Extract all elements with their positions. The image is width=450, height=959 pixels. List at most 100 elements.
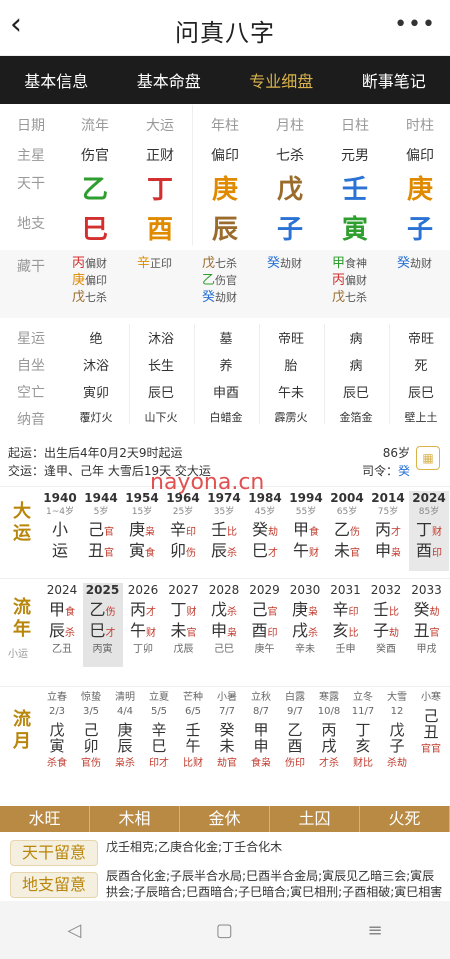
tab-pro-detail[interactable]: 专业细盘: [225, 68, 338, 92]
xingyun-cell: 帝旺: [407, 332, 434, 347]
liunian-xiaoyun: 丙寅: [92, 644, 113, 655]
canggan-item: 庚偏印: [72, 273, 107, 289]
more-dots-icon[interactable]: •••: [394, 12, 436, 37]
liunian-gan-shishen: 伤: [105, 607, 116, 618]
liunian-gan: 甲食: [42, 602, 82, 620]
pillar-star: 正财: [146, 148, 174, 164]
liuyue-zhi: 午: [185, 737, 201, 755]
wuxing-bar: 水旺 木相 金休 土囚 火死: [0, 806, 450, 832]
back-triangle-icon[interactable]: ◁: [67, 920, 81, 941]
liunian-column[interactable]: 2029 己官 酉印 庚午: [245, 583, 285, 667]
liunian-column[interactable]: 2024 甲食 辰杀 乙丑: [42, 583, 82, 667]
liuyue-date: 12: [390, 706, 404, 717]
liuyue-jieqi: 寒露: [319, 692, 339, 703]
liuyue-column[interactable]: 立夏 5/5 辛巳印才: [142, 691, 176, 787]
liunian-zhi-char: 丑: [413, 621, 430, 640]
xingyun-cell: 养: [219, 359, 233, 374]
liuyue-jieqi: 小暑: [217, 692, 237, 703]
liunian-column[interactable]: 2027 丁财 未官 戊辰: [164, 583, 204, 667]
wuxing-item: 土囚: [270, 806, 360, 832]
qiyun-label: 起运：: [8, 446, 45, 460]
liuyue-date: 7/7: [218, 706, 236, 717]
liunian-column[interactable]: 2025 乙伤 巳才 丙寅: [82, 583, 123, 667]
pillar-zhi: 辰: [211, 215, 238, 245]
liunian-year: 2025: [85, 583, 120, 597]
dayun-age: 25岁: [172, 507, 194, 517]
tab-basic-info[interactable]: 基本信息: [0, 68, 113, 92]
liunian-gan-char: 己: [251, 600, 268, 619]
canggan-item: 癸劫财: [397, 256, 432, 272]
dayun-column[interactable]: 1940 1~4岁小运: [40, 491, 80, 571]
dayun-column[interactable]: 2024 85岁 丁财 酉印: [409, 491, 449, 571]
liuyue-column[interactable]: 大雪 12 戊子杀劫: [380, 691, 414, 787]
liuyue-column[interactable]: 小暑 7/7 癸未劫官: [210, 691, 244, 787]
dayun-column[interactable]: 1954 15岁 庚枭 寅食: [122, 491, 162, 571]
xingyun-label: 星运: [17, 331, 45, 347]
dayun-column[interactable]: 1994 55岁 甲食 午财: [286, 491, 326, 571]
liunian-zhi-shishen: 才: [105, 628, 116, 639]
liuyue-column[interactable]: 小寒己丑官官: [414, 691, 448, 787]
liuyue-zhi: 辰: [117, 737, 133, 755]
dayun-column[interactable]: 1984 45岁 癸劫 巳才: [245, 491, 285, 571]
dayun-column[interactable]: 2004 65岁 乙伤 未官: [327, 491, 367, 571]
dayun-gan-char: 辛: [169, 520, 186, 539]
xingyun-cell: 申酉: [212, 386, 239, 401]
dayun-column[interactable]: 2014 75岁 丙才 申枭: [368, 491, 408, 571]
canggan-item: 癸劫财: [267, 256, 302, 272]
liunian-column[interactable]: 2030 庚枭 戌杀 辛未: [285, 583, 325, 667]
liunian-column[interactable]: 2028 戊杀 申枭 己巳: [204, 583, 244, 667]
dizhi-note-label: 地支留意: [10, 872, 98, 898]
dayun-column[interactable]: 1974 35岁 壬比 辰杀: [204, 491, 244, 571]
dayun-gan-shishen: 枭: [145, 527, 155, 538]
liunian-zhi-char: 酉: [251, 621, 268, 640]
liunian-gan-shishen: 比: [389, 607, 399, 618]
liunian-column[interactable]: 2033 癸劫 丑官 甲戌: [407, 583, 447, 667]
liuyue-column[interactable]: 立秋 8/7 甲申食枭: [244, 691, 278, 787]
canggan-item: 丙偏财: [332, 273, 367, 289]
dayun-zhi-shishen: 食: [145, 548, 155, 559]
row-label: 天干: [17, 176, 45, 192]
liuyue-column[interactable]: 芒种 6/5 壬午比财: [176, 691, 210, 787]
pillar-zhi: 酉: [146, 215, 173, 245]
dayun-gan: 乙伤: [327, 522, 367, 540]
dayun-gan: 壬比: [204, 522, 244, 540]
canggan-item: 戊七杀: [202, 256, 237, 272]
dayun-zhi: 未官: [327, 543, 367, 561]
app-header: ‹ 问真八字 •••: [0, 0, 450, 56]
dayun-zhi: 寅食: [122, 543, 162, 561]
liunian-year: 2031: [330, 583, 361, 597]
liuyue-gan: 戊: [389, 721, 405, 739]
dayun-zhi-shishen: 杀: [227, 548, 237, 559]
menu-lines-icon[interactable]: ≡: [368, 920, 383, 941]
pillar-date: 年柱: [211, 118, 239, 134]
canggan-shishen: 伤官: [215, 274, 238, 287]
home-square-icon[interactable]: ▢: [216, 920, 233, 941]
dayun-column[interactable]: 1964 25岁 辛印 卯伤: [163, 491, 203, 571]
tab-bar: 基本信息 基本命盘 专业细盘 断事笔记: [0, 56, 450, 104]
calendar-icon[interactable]: ▦: [416, 446, 440, 470]
dayun-gan-char: 甲: [292, 520, 309, 539]
dayun-gan-shishen: 比: [227, 527, 237, 538]
dayun-gan-shishen: 伤: [350, 527, 360, 538]
bazi-chart: 日期 主星 天干 地支 流年 伤官乙巳 大运 正财丁酉 年柱 偏印庚辰 月柱 七杀戊子 日柱 元男壬寅 时柱…: [0, 105, 450, 250]
xingyun-cell: 沐浴: [82, 359, 109, 374]
tab-basic-chart[interactable]: 基本命盘: [113, 68, 226, 92]
canggan-shishen: 劫财: [215, 291, 238, 304]
liuyue-column[interactable]: 清明 4/4 庚辰枭杀: [108, 691, 142, 787]
dayun-gan: 丙才: [368, 522, 408, 540]
liuyue-column[interactable]: 寒露 10/8 丙戌才杀: [312, 691, 346, 787]
liuyue-column[interactable]: 惊蛰 3/5 己卯官伤: [74, 691, 108, 787]
liuyue-column[interactable]: 立冬 11/7 丁亥财比: [346, 691, 380, 787]
dayun-column[interactable]: 1944 5岁 己官 丑官: [81, 491, 121, 571]
watermark: nayona.cn: [150, 470, 265, 495]
xingyun-cell: 山下火: [144, 411, 178, 424]
canggan-label: 藏干: [17, 259, 45, 275]
liunian-column[interactable]: 2026 丙才 午财 丁卯: [123, 583, 163, 667]
liuyue-column[interactable]: 白露 9/7 乙酉伤印: [278, 691, 312, 787]
tab-notes[interactable]: 断事笔记: [338, 68, 450, 92]
column-divider: [324, 324, 325, 424]
liunian-column[interactable]: 2031 辛印 亥比 壬申: [326, 583, 366, 667]
dayun-title: 大运: [13, 501, 31, 544]
liunian-column[interactable]: 2032 壬比 子劫 癸酉: [366, 583, 406, 667]
liuyue-column[interactable]: 立春 2/3 戊寅杀食: [40, 691, 74, 787]
